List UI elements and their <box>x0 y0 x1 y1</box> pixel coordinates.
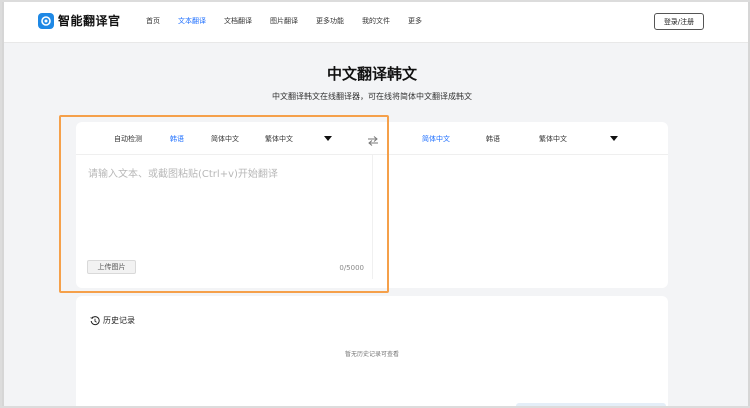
input-placeholder: 请输入文本、或截图粘贴(Ctrl+v)开始翻译 <box>88 169 278 180</box>
page-subtitle: 中文翻译韩文在线翻译器，可在线将简体中文翻译成韩文 <box>272 92 472 101</box>
history-card: 历史记录 暂无历史记录可查看 <box>76 296 668 406</box>
upload-image-button[interactable]: 上传图片 <box>87 260 136 274</box>
logo-text: 智能翻译官 <box>58 14 121 28</box>
history-title: 历史记录 <box>103 316 135 325</box>
top-header: 智能翻译官 首页 文本翻译 文档翻译 图片翻译 更多功能 我的文件 更多 登录/… <box>4 2 748 43</box>
source-text-input[interactable]: 请输入文本、或截图粘贴(Ctrl+v)开始翻译 上传图片 0/5000 <box>84 155 373 279</box>
target-lang-dropdown-icon[interactable] <box>610 136 618 141</box>
nav-more[interactable]: 更多 <box>408 16 422 26</box>
history-clock-icon <box>90 311 100 330</box>
nav-image-translate[interactable]: 图片翻译 <box>270 16 298 26</box>
main-nav: 首页 文本翻译 文档翻译 图片翻译 更多功能 我的文件 更多 <box>146 16 440 26</box>
char-count: 0/5000 <box>339 264 364 272</box>
login-register-button[interactable]: 登录/注册 <box>654 13 704 30</box>
history-header: 历史记录 <box>90 311 135 330</box>
target-lang-korean[interactable]: 韩语 <box>486 134 500 144</box>
source-lang-auto[interactable]: 自动检测 <box>114 134 142 144</box>
nav-doc-translate[interactable]: 文档翻译 <box>224 16 252 26</box>
target-lang-traditional[interactable]: 繁体中文 <box>539 134 567 144</box>
translator-card: 自动检测 韩语 简体中文 繁体中文 简体中文 韩语 繁体中文 请输入文本、或截图… <box>76 122 668 288</box>
source-lang-traditional[interactable]: 繁体中文 <box>265 134 293 144</box>
swap-languages-icon[interactable] <box>367 132 379 151</box>
logo-icon <box>38 12 54 29</box>
history-empty-text: 暂无历史记录可查看 <box>344 351 399 358</box>
nav-home[interactable]: 首页 <box>146 16 160 26</box>
nav-text-translate[interactable]: 文本翻译 <box>178 16 206 26</box>
source-lang-korean[interactable]: 韩语 <box>170 134 184 144</box>
source-lang-simplified[interactable]: 简体中文 <box>211 134 239 144</box>
nav-my-files[interactable]: 我的文件 <box>362 16 390 26</box>
bottom-floating-bar <box>516 403 666 406</box>
source-lang-dropdown-icon[interactable] <box>324 136 332 141</box>
target-lang-simplified[interactable]: 简体中文 <box>422 134 450 144</box>
logo[interactable]: 智能翻译官 <box>38 12 121 29</box>
page-title: 中文翻译韩文 <box>326 65 417 83</box>
nav-more-features[interactable]: 更多功能 <box>316 16 344 26</box>
app-frame: 智能翻译官 首页 文本翻译 文档翻译 图片翻译 更多功能 我的文件 更多 登录/… <box>2 2 750 406</box>
